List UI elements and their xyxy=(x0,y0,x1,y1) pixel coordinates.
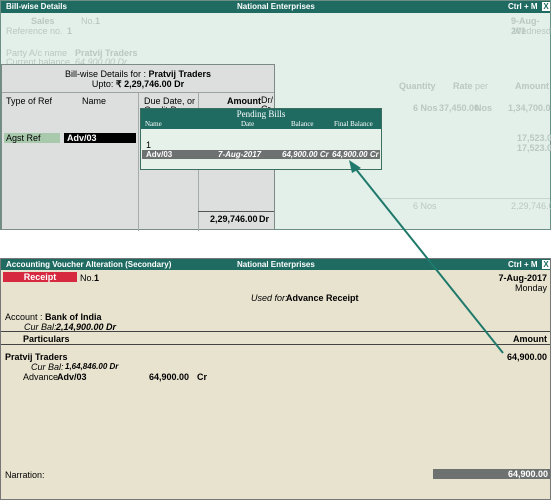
arrow-line xyxy=(354,167,504,354)
arrow-head-icon xyxy=(349,160,361,173)
annotation-arrow xyxy=(349,160,504,354)
